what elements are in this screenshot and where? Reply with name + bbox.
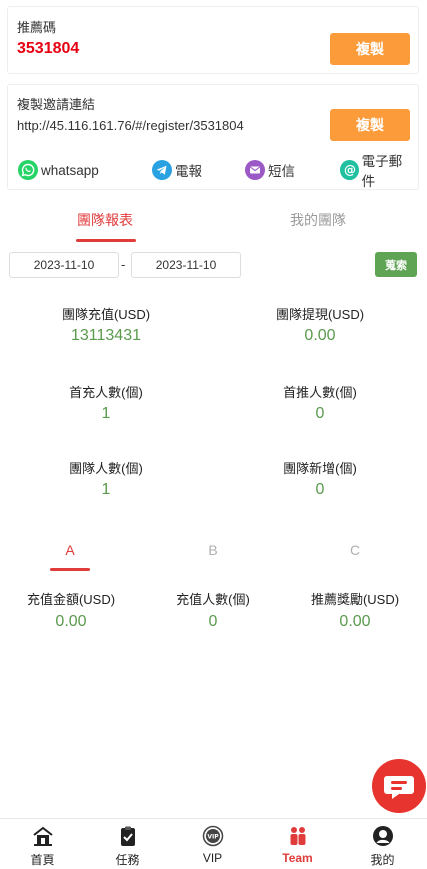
stat-value: 1 [101, 405, 111, 422]
date-to-input[interactable]: 2023-11-10 [131, 252, 241, 278]
nav-vip[interactable]: VIP VIP [170, 819, 255, 869]
level-stat-recharge-amount: 充值金額(USD) 0.00 [1, 589, 141, 631]
team-tabs: 團隊報表 我的團隊 [0, 206, 427, 242]
chat-icon [384, 776, 414, 799]
chat-button[interactable] [372, 759, 426, 813]
share-telegram[interactable]: 電報 [152, 159, 202, 181]
share-whatsapp-label: whatsapp [41, 162, 99, 178]
nav-team[interactable]: Team [255, 819, 340, 869]
sms-icon [245, 160, 265, 180]
level-stat-referral-reward: 推薦獎勵(USD) 0.00 [285, 589, 425, 631]
share-email[interactable]: @ 電子郵件 [340, 154, 412, 189]
stat-value: 0 [315, 405, 325, 422]
svg-text:VIP: VIP [207, 834, 219, 841]
nav-home[interactable]: 首頁 [0, 819, 85, 869]
share-whatsapp[interactable]: whatsapp [18, 159, 99, 181]
nav-task-label: 任務 [115, 853, 140, 867]
tab-level-a[interactable]: A [50, 542, 90, 558]
referral-label: 推薦碼 [17, 20, 57, 35]
search-button[interactable]: 蒐索 [375, 252, 417, 277]
home-icon [33, 826, 53, 846]
profile-icon [373, 826, 393, 846]
nav-profile-label: 我的 [370, 853, 395, 867]
whatsapp-icon [18, 160, 38, 180]
stat-team-withdraw: 團隊提現(USD) 0.00 [220, 304, 420, 345]
stat-first-recharge-count: 首充人數(個) 1 [6, 382, 206, 423]
nav-task[interactable]: 任務 [85, 819, 170, 869]
stat-label: 團隊充值(USD) [61, 307, 151, 322]
stat-value: 0.00 [339, 613, 371, 630]
stat-value: 0.00 [304, 327, 336, 344]
stat-team-size: 團隊人數(個) 1 [6, 458, 206, 499]
date-separator: - [121, 257, 126, 272]
copy-code-button[interactable]: 複製 [330, 33, 410, 65]
svg-text:@: @ [344, 163, 356, 177]
stat-value: 13113431 [71, 327, 141, 344]
nav-home-label: 首頁 [30, 853, 55, 867]
referral-code: 3531804 [17, 40, 80, 57]
referral-card: 推薦碼 3531804 複製 [7, 6, 419, 74]
tab-level-b[interactable]: B [193, 542, 233, 558]
level-tab-indicator [50, 568, 90, 571]
stat-label: 團隊提現(USD) [275, 307, 365, 322]
stat-value: 0.00 [55, 613, 87, 630]
telegram-icon [152, 160, 172, 180]
share-telegram-label: 電報 [175, 164, 202, 179]
stat-value: 0 [315, 481, 325, 498]
share-sms-label: 短信 [268, 164, 295, 179]
stat-label: 首推人數(個) [283, 385, 357, 400]
nav-vip-label: VIP [202, 851, 223, 865]
invite-link: http://45.116.161.76/#/register/3531804 [17, 118, 244, 133]
vip-icon: VIP [202, 825, 224, 847]
copy-link-button[interactable]: 複製 [330, 109, 410, 141]
share-sms[interactable]: 短信 [245, 159, 295, 181]
stat-value: 0 [208, 613, 218, 630]
stat-team-recharge: 團隊充值(USD) 13113431 [6, 304, 206, 345]
invite-label: 複製邀請連結 [17, 97, 96, 112]
stat-label: 首充人數(個) [69, 385, 143, 400]
share-email-label: 電子郵件 [361, 154, 403, 189]
email-icon: @ [340, 160, 359, 180]
tab-level-c[interactable]: C [335, 542, 375, 558]
stat-label: 推薦獎勵(USD) [310, 592, 400, 607]
task-icon [121, 826, 135, 846]
stat-value: 1 [101, 481, 111, 498]
stat-label: 團隊新增(個) [283, 461, 357, 476]
invite-card: 複製邀請連結 http://45.116.161.76/#/register/3… [7, 84, 419, 190]
tab-indicator [76, 239, 136, 242]
date-from-input[interactable]: 2023-11-10 [9, 252, 119, 278]
team-icon [290, 827, 306, 845]
stat-first-referral-count: 首推人數(個) 0 [220, 382, 420, 423]
level-stat-recharge-count: 充值人數(個) 0 [143, 589, 283, 631]
nav-profile[interactable]: 我的 [340, 819, 425, 869]
nav-team-label: Team [282, 851, 313, 865]
level-tabs: A B C [0, 540, 427, 572]
bottom-nav: 首頁 任務 VIP VIP Team 我的 [0, 818, 427, 869]
stat-team-new: 團隊新增(個) 0 [220, 458, 420, 499]
stat-label: 充值金額(USD) [26, 592, 116, 607]
share-row: whatsapp 電報 短信 @ 電子郵件 [18, 154, 412, 189]
stat-label: 充值人數(個) [176, 592, 250, 607]
tab-team-report[interactable]: 團隊報表 [77, 210, 133, 230]
stat-label: 團隊人數(個) [69, 461, 143, 476]
tab-my-team[interactable]: 我的團隊 [290, 210, 346, 230]
